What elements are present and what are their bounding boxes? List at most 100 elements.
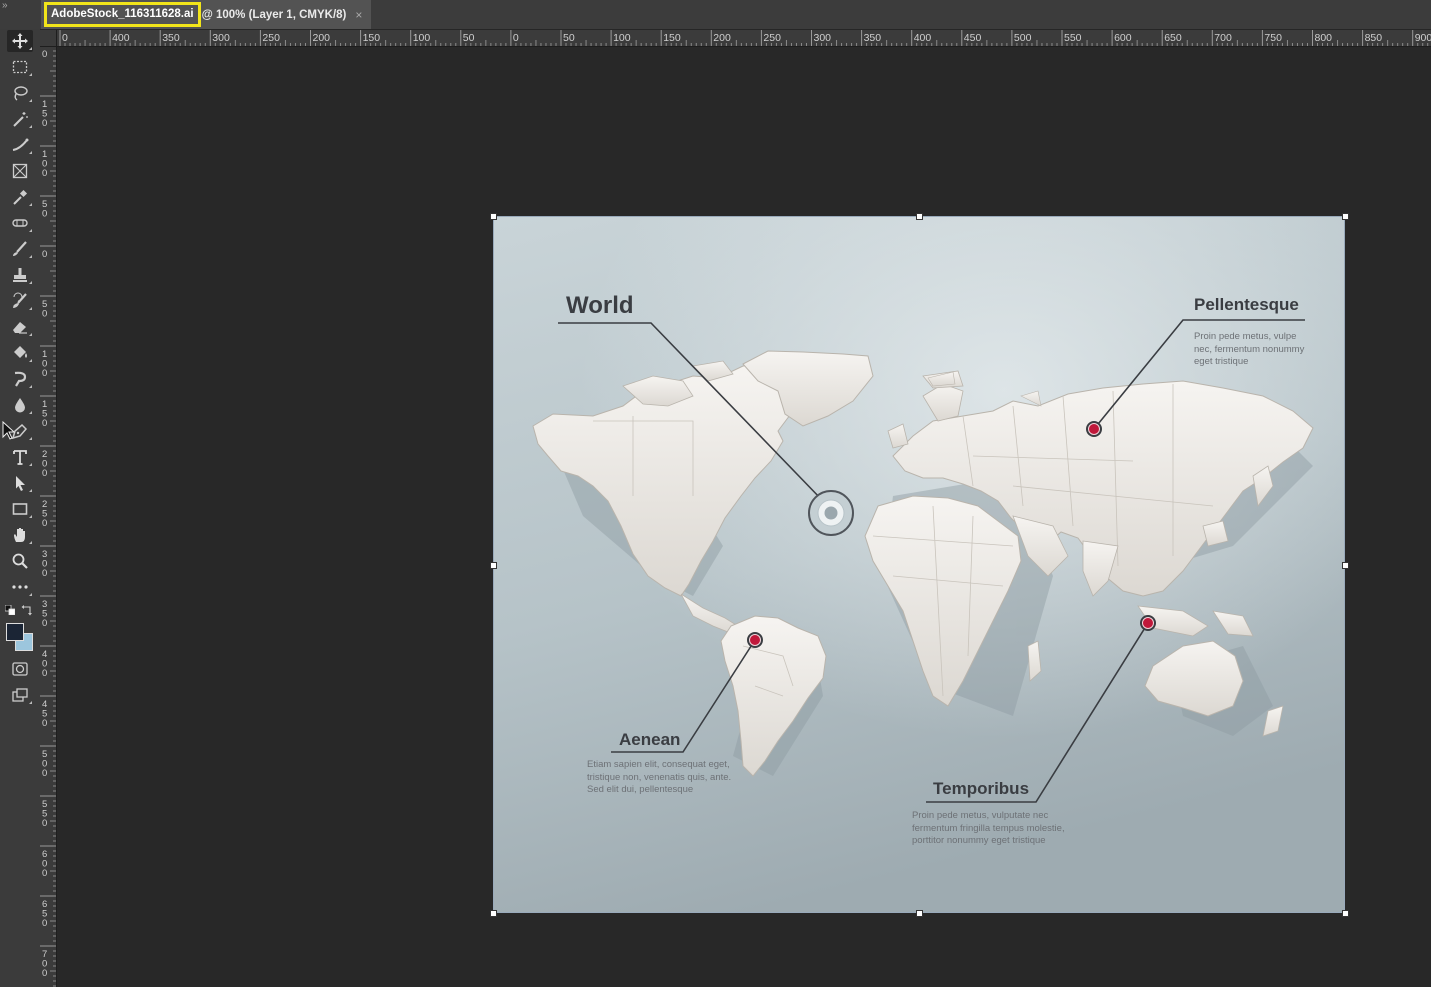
healing-brush-tool[interactable] <box>7 212 33 234</box>
drop-icon <box>15 398 25 413</box>
ruler-label: 0 <box>42 568 47 579</box>
edit-toolbar[interactable] <box>7 576 33 598</box>
transform-handle-bottom[interactable] <box>916 910 923 917</box>
ruler-label: 400 <box>112 32 130 44</box>
frame-tool[interactable] <box>7 160 33 182</box>
magic-wand-tool[interactable] <box>7 108 33 130</box>
blur-tool[interactable] <box>7 394 33 416</box>
close-icon[interactable]: × <box>355 8 362 22</box>
ruler-label: 850 <box>1365 32 1383 44</box>
ruler-origin[interactable] <box>40 30 57 47</box>
world-target-marker <box>808 490 854 536</box>
mouse-cursor-icon <box>2 421 16 440</box>
transform-handle-right[interactable] <box>1342 562 1349 569</box>
move-icon <box>12 33 28 49</box>
brush-tool[interactable] <box>7 238 33 260</box>
callout-aenean-title: Aenean <box>619 730 681 749</box>
type-tool[interactable] <box>7 446 33 468</box>
ruler-label: 0 <box>42 209 47 220</box>
screen-mode-icon <box>12 688 28 702</box>
document-tab-bar: » AdobeStock_116311628.ai @ 100% (Layer … <box>0 0 1431 30</box>
hand-icon <box>14 528 25 542</box>
marquee-icon <box>12 60 28 74</box>
zoom-icon <box>12 553 28 569</box>
default-colors-icon[interactable] <box>5 605 15 615</box>
history-brush-tool[interactable] <box>7 290 33 312</box>
lasso-icon <box>14 86 28 101</box>
ruler-label: 0 <box>42 668 47 679</box>
tools-panel <box>0 29 41 987</box>
document-filename[interactable]: AdobeStock_116311628.ai <box>44 2 201 27</box>
ruler-label: 200 <box>313 32 331 44</box>
quick-mask-icon <box>12 662 28 676</box>
callout-aenean-text: Etiam sapien elit, consequat eget, trist… <box>587 759 732 795</box>
rectangle-tool[interactable] <box>7 498 33 520</box>
rectangle-icon <box>12 503 28 515</box>
ruler-label: 300 <box>212 32 230 44</box>
document-artwork[interactable]: World Pellentesque Proin pede metus, vul… <box>493 216 1345 913</box>
ruler-label: 150 <box>363 32 381 44</box>
ruler-label: 0 <box>513 32 519 44</box>
ruler-label: 0 <box>42 118 47 129</box>
ruler-label: 650 <box>1164 32 1182 44</box>
ruler-label: 0 <box>42 518 47 529</box>
history-brush-icon <box>13 292 27 308</box>
ruler-label: 700 <box>1214 32 1232 44</box>
path-selection-tool[interactable] <box>7 472 33 494</box>
move-tool[interactable] <box>7 30 33 52</box>
ruler-label: 50 <box>463 32 475 44</box>
transform-handle-top-right[interactable] <box>1342 213 1349 220</box>
ruler-label: 100 <box>613 32 631 44</box>
crop-tool[interactable] <box>7 134 33 156</box>
ruler-label: 0 <box>42 368 47 379</box>
hand-tool[interactable] <box>7 524 33 546</box>
stamp-icon <box>13 268 27 282</box>
ruler-label: 200 <box>713 32 731 44</box>
rectangular-marquee-tool[interactable] <box>7 56 33 78</box>
ruler-label: 450 <box>964 32 982 44</box>
callout-temporibus-text: Proin pede metus, vulputate nec fermentu… <box>912 810 1065 846</box>
lasso-tool[interactable] <box>7 82 33 104</box>
ruler-label: 50 <box>563 32 575 44</box>
transform-handle-top[interactable] <box>916 213 923 220</box>
eyedropper-tool[interactable] <box>7 186 33 208</box>
horizontal-ruler[interactable]: 0 400 350 300 250 200 150 100 50 0 50 100 150 200 250 3… <box>40 30 1431 47</box>
eraser-tool[interactable] <box>7 316 33 338</box>
transform-handle-top-left[interactable] <box>490 213 497 220</box>
transform-handle-bottom-left[interactable] <box>490 910 497 917</box>
bucket-icon <box>14 346 27 358</box>
eraser-icon <box>13 322 27 334</box>
vertical-ruler[interactable]: 0150100500501001502002503003504004505005… <box>40 46 57 987</box>
panel-collapse-icon[interactable]: » <box>2 1 16 13</box>
document-zoom-info: @ 100% (Layer 1, CMYK/8) <box>201 8 347 21</box>
type-icon <box>13 450 27 465</box>
ruler-label: 300 <box>814 32 832 44</box>
ruler-label: 0 <box>42 718 47 729</box>
swap-colors-icon[interactable] <box>21 604 33 616</box>
ruler-label: 750 <box>1264 32 1282 44</box>
transform-handle-bottom-right[interactable] <box>1342 910 1349 917</box>
foreground-color-swatch[interactable] <box>6 623 24 641</box>
horizontal-ruler-ticks: 0 400 350 300 250 200 150 100 50 0 50 100 150 200 250 3… <box>59 30 1431 46</box>
ruler-label: 0 <box>42 168 47 179</box>
clone-stamp-tool[interactable] <box>7 264 33 286</box>
smudge-tool[interactable] <box>7 368 33 390</box>
ruler-label: 500 <box>1014 32 1032 44</box>
ruler-label: 0 <box>62 32 68 44</box>
transform-handle-left[interactable] <box>490 562 497 569</box>
callout-world-title: World <box>566 292 634 319</box>
paint-bucket-tool[interactable] <box>7 342 33 364</box>
quick-mask-button[interactable] <box>7 658 33 680</box>
document-tab[interactable]: AdobeStock_116311628.ai @ 100% (Layer 1,… <box>41 0 372 29</box>
screen-mode-button[interactable] <box>7 684 33 706</box>
ruler-label: 900 <box>1415 32 1431 44</box>
eyedropper-icon <box>13 189 28 205</box>
ruler-label: 0 <box>42 418 47 429</box>
zoom-tool[interactable] <box>7 550 33 572</box>
ruler-label: 0 <box>42 818 47 829</box>
ruler-label: 0 <box>42 968 47 979</box>
ruler-label: 350 <box>162 32 180 44</box>
frame-icon <box>12 163 28 179</box>
brush-icon <box>13 241 27 256</box>
ruler-label: 550 <box>1064 32 1082 44</box>
